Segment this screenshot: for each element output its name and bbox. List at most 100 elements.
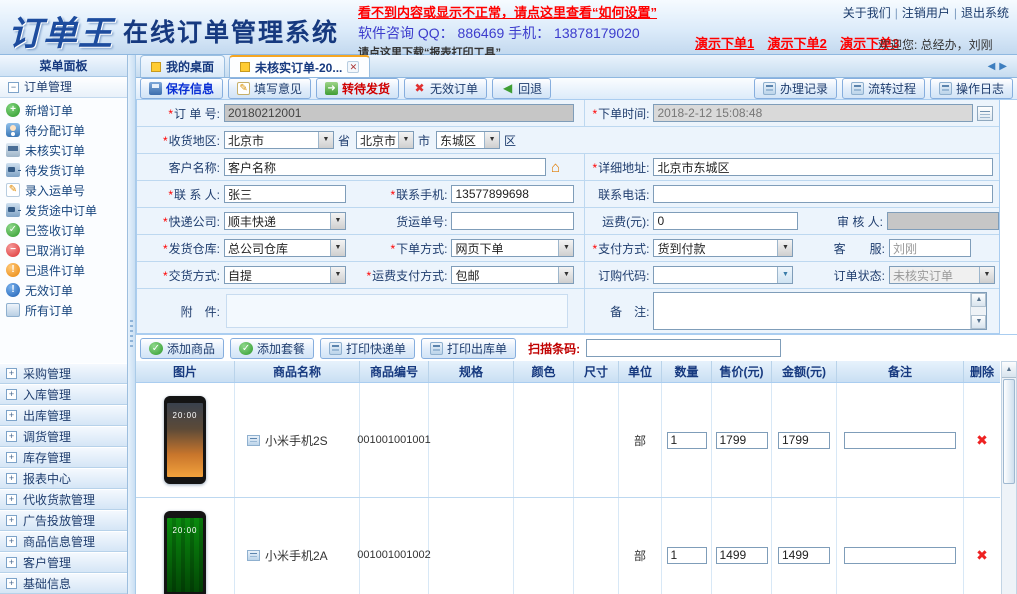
write-opinion-button[interactable]: ✎填写意见 [228,78,311,99]
logout-user-link[interactable]: 注销用户 [902,6,950,20]
sidebar-item-all-orders[interactable]: 所有订单 [0,300,127,320]
pay-method-select[interactable]: 货到付款▼ [653,239,793,257]
to-pending-shipment-button[interactable]: ➜转待发货 [316,78,399,99]
province-select[interactable]: 北京市▼ [224,131,334,149]
amount-input[interactable] [778,547,830,564]
sidebar-group-advertising[interactable]: +广告投放管理 [0,510,127,531]
sidebar-group-purchase[interactable]: +采购管理 [0,363,127,384]
contact-info: 软件咨询 QQ： 886469 手机： 13878179020 [358,23,688,43]
address-input[interactable] [653,158,993,176]
qty-input[interactable] [667,547,707,564]
sidebar-item-in-transit-order[interactable]: 发货途中订单 [0,200,127,220]
sidebar-group-inventory[interactable]: +库存管理 [0,447,127,468]
cs-input[interactable] [889,239,971,257]
sidebar-item-returned-order[interactable]: !已退件订单 [0,260,127,280]
sidebar-group-inbound[interactable]: +入库管理 [0,384,127,405]
order-time-input[interactable] [653,104,973,122]
demo-order-2-link[interactable]: 演示下单2 [768,36,827,51]
sidebar-splitter[interactable] [128,55,136,594]
sidebar-item-invalid-order[interactable]: !无效订单 [0,280,127,300]
sidebar-group-order-management[interactable]: − 订单管理 [0,77,127,98]
order-method-select[interactable]: 网页下单▼ [451,239,574,257]
product-buttons-row: ✓添加商品 ✓添加套餐 打印快递单 打印出库单 扫描条码: [136,335,1017,361]
order-status-select[interactable]: 未核实订单▼ [889,266,995,284]
district-select[interactable]: 东城区▼ [436,131,500,149]
qty-input[interactable] [667,432,707,449]
close-tab-icon[interactable]: ✕ [347,61,359,73]
menu-panel-title: 菜单面板 [0,55,127,77]
handle-record-button[interactable]: 办理记录 [754,78,837,99]
sidebar-item-to-ship-order[interactable]: 待发货订单 [0,160,127,180]
home-icon[interactable]: ⌂ [551,160,567,175]
about-us-link[interactable]: 关于我们 [843,6,891,20]
operation-log-button[interactable]: 操作日志 [930,78,1013,99]
scroll-down-icon[interactable]: ▼ [971,315,986,329]
row-remark-input[interactable] [844,432,956,449]
scrollbar-thumb[interactable] [1003,379,1015,484]
courier-select[interactable]: 顺丰快递▼ [224,212,346,230]
scroll-up-icon[interactable]: ▲ [971,293,986,307]
sidebar-group-reports[interactable]: +报表中心 [0,468,127,489]
sidebar-item-assign-order[interactable]: 待分配订单 [0,120,127,140]
sidebar-group-transfer[interactable]: +调货管理 [0,426,127,447]
city-select[interactable]: 北京市▼ [356,131,414,149]
sidebar-group-customer[interactable]: +客户管理 [0,552,127,573]
flow-process-button[interactable]: 流转过程 [842,78,925,99]
rollback-button[interactable]: ◀回退 [492,78,551,99]
product-scrollbar[interactable]: ▲ ▼ [1001,361,1017,594]
waybill-input[interactable] [451,212,574,230]
remark-scrollbar[interactable]: ▲▼ [970,293,986,329]
sidebar-group-basic-info[interactable]: +基础信息 [0,573,127,594]
sidebar-group-product-info[interactable]: +商品信息管理 [0,531,127,552]
attachment-area[interactable] [226,294,568,328]
row-remark-input[interactable] [844,547,956,564]
sidebar-group-cod[interactable]: +代收货款管理 [0,489,127,510]
sidebar-item-enter-waybill[interactable]: ✎录入运单号 [0,180,127,200]
detail-icon[interactable] [247,435,260,446]
sidebar-item-cancelled-order[interactable]: −已取消订单 [0,240,127,260]
order-code-combo[interactable]: ▼ [653,266,793,284]
invalid-order-button[interactable]: ✖无效订单 [404,78,487,99]
print-outbound-button[interactable]: 打印出库单 [421,338,516,359]
tab-scroll-arrows[interactable]: ◀▶ [988,61,1011,72]
contact-input[interactable] [224,185,346,203]
col-price: 售价(元) [712,361,772,382]
delivery-select[interactable]: 自提▼ [224,266,346,284]
freight-pay-select[interactable]: 包邮▼ [451,266,574,284]
sidebar-item-new-order[interactable]: +新增订单 [0,100,127,120]
amount-input[interactable] [778,432,830,449]
remark-textarea[interactable] [654,293,970,329]
exit-system-link[interactable]: 退出系统 [961,6,1009,20]
tab-my-desktop[interactable]: 我的桌面 [140,55,225,77]
phone-input[interactable] [653,185,993,203]
sidebar-item-unverified-order[interactable]: 未核实订单 [0,140,127,160]
delete-row-icon[interactable]: ✖ [976,547,988,564]
freight-input[interactable] [653,212,798,230]
calendar-icon[interactable] [977,106,993,121]
sidebar-group-label: 调货管理 [23,428,71,445]
to-ship-order-icon [6,163,20,177]
sidebar-group-label: 商品信息管理 [23,533,95,550]
save-info-button[interactable]: 保存信息 [140,78,223,99]
add-combo-button[interactable]: ✓添加套餐 [230,338,314,359]
sidebar-item-signed-order[interactable]: ✓已签收订单 [0,220,127,240]
add-product-button[interactable]: ✓添加商品 [140,338,224,359]
tab-unverified-order[interactable]: 未核实订单-20... ✕ [229,55,370,77]
delete-row-icon[interactable]: ✖ [976,432,988,449]
scroll-up-icon[interactable]: ▲ [1002,362,1016,378]
warehouse-select[interactable]: 总公司仓库▼ [224,239,346,257]
mobile-input[interactable] [451,185,574,203]
display-help-link[interactable]: 看不到内容或显示不正常，请点这里查看“如何设置” [358,2,688,21]
price-input[interactable] [716,432,768,449]
scan-barcode-input[interactable] [586,339,781,357]
price-input[interactable] [716,547,768,564]
detail-icon[interactable] [247,550,260,561]
print-express-button[interactable]: 打印快递单 [320,338,415,359]
sidebar-group-outbound[interactable]: +出库管理 [0,405,127,426]
expand-icon: + [6,473,17,484]
auditor-input[interactable] [887,212,999,230]
customer-name-input[interactable] [224,158,546,176]
sidebar-item-label: 新增订单 [25,102,73,119]
order-no-input[interactable] [224,104,574,122]
demo-order-1-link[interactable]: 演示下单1 [695,36,754,51]
